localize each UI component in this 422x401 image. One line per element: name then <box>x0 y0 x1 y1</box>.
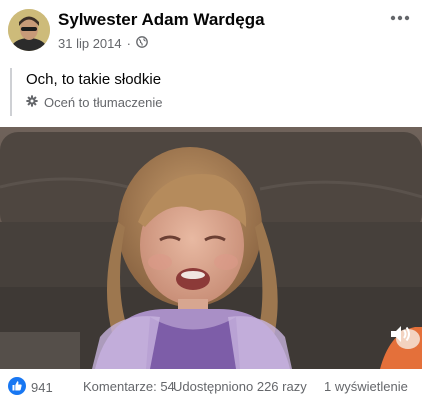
video-player[interactable] <box>0 127 422 369</box>
rate-translation-link[interactable]: Oceń to tłumaczenie <box>26 95 163 110</box>
gear-icon <box>26 95 38 110</box>
post-text: Och, to takie słodkie <box>26 71 162 88</box>
more-options-icon[interactable] <box>388 8 412 28</box>
globe-icon <box>136 36 148 51</box>
sound-icon[interactable] <box>388 322 412 346</box>
post-stats: 941 Komentarze: 54 Udostępniono 226 razy… <box>0 369 422 401</box>
like-icon <box>8 377 26 398</box>
comments-count[interactable]: Komentarze: 54 <box>83 379 175 394</box>
video-frame <box>0 127 422 369</box>
author-name[interactable]: Sylwester Adam Wardęga <box>58 10 265 30</box>
post-meta: 31 lip 2014 · <box>58 36 148 51</box>
translated-post: Och, to takie słodkie Oceń to tłumaczeni… <box>10 68 412 116</box>
views-count: 1 wyświetlenie <box>324 379 408 394</box>
rate-translation-label: Oceń to tłumaczenie <box>44 95 163 110</box>
likes-count[interactable]: 941 <box>8 377 53 398</box>
avatar[interactable] <box>8 9 50 51</box>
meta-separator: · <box>126 36 131 51</box>
post-header: Sylwester Adam Wardęga 31 lip 2014 · <box>0 0 422 62</box>
shares-count[interactable]: Udostępniono 226 razy <box>173 379 307 394</box>
post-date[interactable]: 31 lip 2014 <box>58 36 122 51</box>
likes-value: 941 <box>31 380 53 395</box>
